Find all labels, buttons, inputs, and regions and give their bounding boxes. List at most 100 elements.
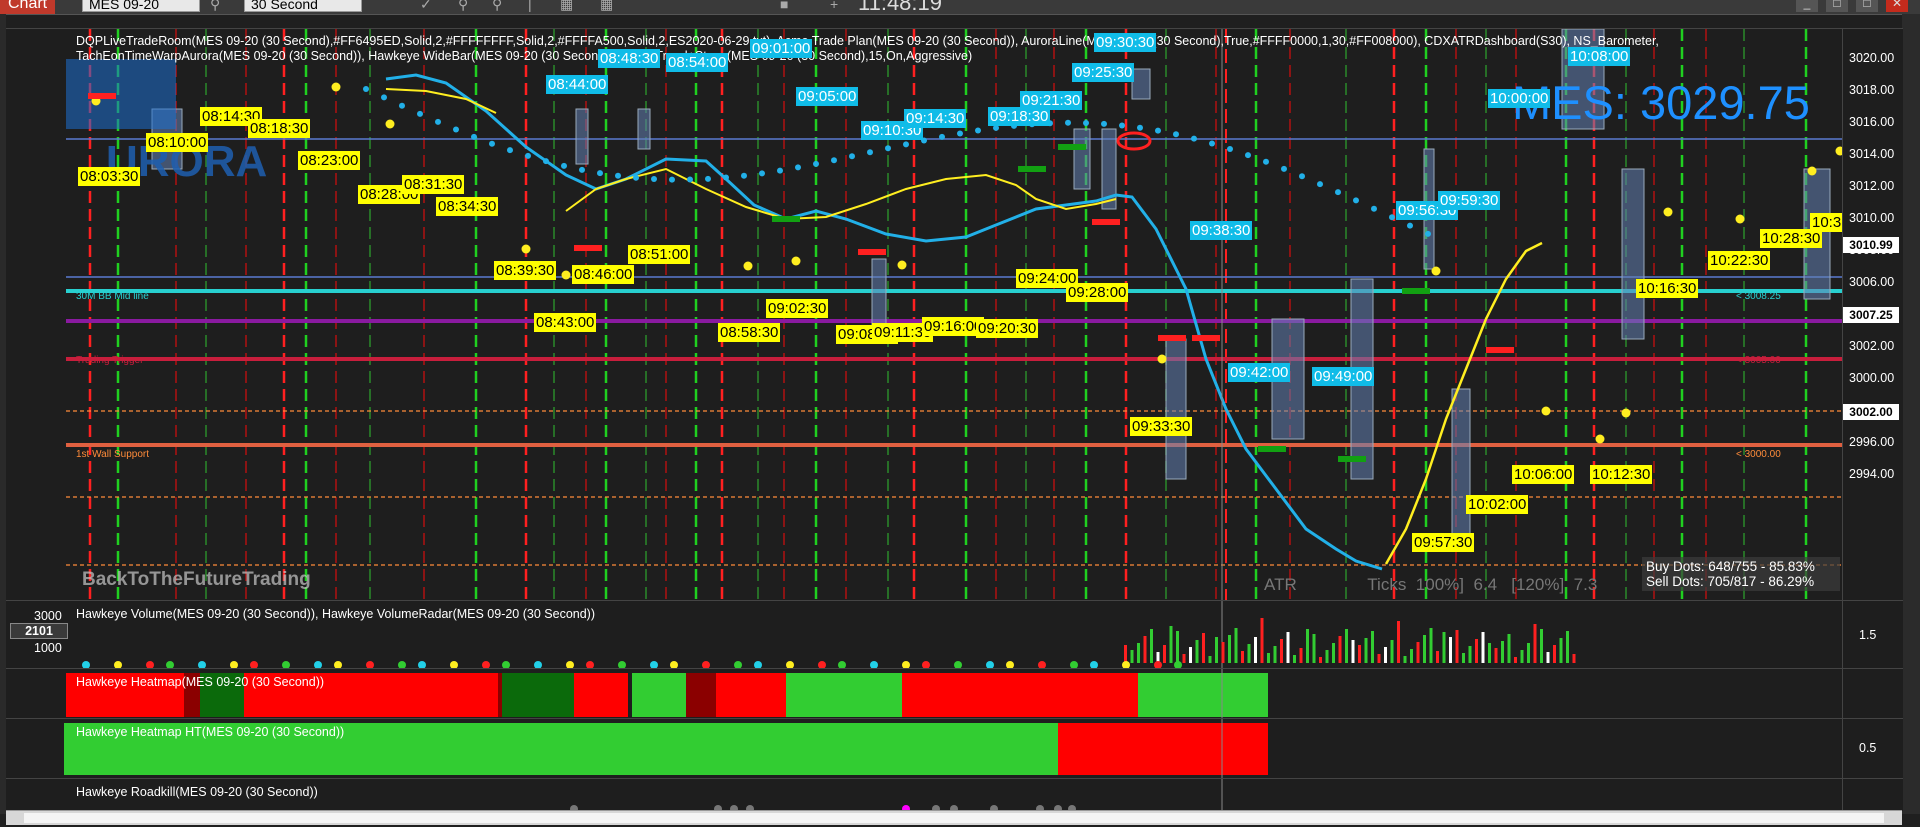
time-label: 08:51:00	[628, 245, 691, 264]
heatmap-ht-cell	[1058, 723, 1268, 775]
instrument-select[interactable]: MES 09-20	[82, 0, 200, 12]
volume-bar	[1130, 650, 1134, 663]
cyan-dot	[1317, 181, 1323, 188]
volume-bar	[1423, 635, 1426, 663]
heatmap-ht-panel[interactable]: Hawkeye Heatmap HT(MES 09-20 (30 Second)…	[6, 718, 1842, 779]
minimize-button[interactable]: _	[1796, 0, 1818, 12]
cyan-dot	[489, 140, 495, 147]
cyan-dot	[1389, 214, 1395, 221]
cyan-dot	[1119, 122, 1125, 129]
price-tick-label: 3020.00	[1849, 51, 1895, 65]
cyan-dot	[1353, 197, 1359, 204]
volume-bar	[1332, 643, 1335, 663]
price-box-mid: 3007.25	[1843, 307, 1899, 323]
price-tick-label: 2994.00	[1849, 467, 1895, 481]
zoom-out-icon[interactable]: ⚲	[492, 0, 502, 13]
volume-bar	[1319, 657, 1322, 663]
volume-bar	[1260, 618, 1264, 663]
big-price-label: MES: 3029.75	[1512, 76, 1810, 129]
pointer-icon[interactable]: |	[528, 0, 532, 12]
heatmap-cell	[632, 673, 686, 717]
volume-bar	[1371, 631, 1374, 663]
time-label: 08:31:30	[402, 175, 465, 194]
price-axis[interactable]: 3020.00 3018.00 3016.00 3014.00 3012.00 3010.…	[1842, 28, 1903, 601]
green-signal-bar	[772, 216, 800, 222]
time-label: 09:57:30	[1412, 533, 1475, 552]
maximize-button[interactable]: □	[1826, 0, 1848, 12]
volume-bar	[1221, 642, 1225, 663]
cyan-dot	[507, 147, 513, 154]
green-signal-bar	[1058, 144, 1086, 150]
volume-bar	[1208, 656, 1212, 663]
volume-axis-current: 2101	[10, 623, 68, 639]
wide-bar-box	[1165, 338, 1187, 480]
heatmap-panel[interactable]: Hawkeye Heatmap(MES 09-20 (30 Second))	[6, 668, 1842, 719]
price-tick-label: 3006.00	[1849, 275, 1895, 289]
heatmap-ht-axis: 0.5	[1842, 718, 1903, 779]
restore-button[interactable]: □	[1856, 0, 1878, 12]
time-label: 08:03:30	[78, 167, 141, 186]
price-tick-label: 3002.00	[1849, 339, 1895, 353]
red-signal-bar	[574, 245, 602, 251]
time-label: 09:01:00	[750, 39, 813, 58]
cyan-dot	[831, 157, 837, 164]
roadkill-panel[interactable]: Hawkeye Roadkill(MES 09-20 (30 Second))	[6, 778, 1842, 811]
wide-bar-box	[1073, 128, 1091, 190]
volume-bar	[1215, 637, 1218, 663]
draw-tool-icon[interactable]: ✓	[420, 0, 432, 13]
roadkill-axis	[1842, 778, 1903, 811]
price-tick-label: 3000.00	[1849, 371, 1895, 385]
strategy-icon[interactable]: ▦	[600, 0, 613, 13]
volume-bar	[1390, 640, 1394, 663]
red-signal-bar	[1486, 347, 1514, 353]
cyan-dot	[741, 172, 747, 179]
volume-bar	[1299, 648, 1303, 663]
time-label: 10:3	[1810, 213, 1842, 232]
template-icon[interactable]: ■	[780, 0, 788, 12]
scrollbar-thumb[interactable]	[24, 813, 1884, 823]
close-button[interactable]: ✕	[1886, 0, 1908, 12]
cyan-dot	[363, 86, 369, 92]
time-label: 10:12:30	[1590, 465, 1653, 484]
volume-bar	[1462, 653, 1465, 663]
price-box-top: 3010.99	[1843, 237, 1899, 253]
properties-icon[interactable]: ▦	[560, 0, 573, 13]
crosshair-icon[interactable]: +	[830, 0, 838, 12]
volume-right-axis-label: 1.5	[1859, 628, 1877, 642]
site-watermark: BackToTheFutureTrading	[82, 569, 311, 590]
price-panel[interactable]: URORA BackToTheFutureTrading DQPLiveTrad…	[6, 28, 1842, 601]
heatmap-cell	[502, 673, 574, 717]
heatmap-cell	[786, 673, 902, 717]
cyan-dot	[1407, 222, 1413, 229]
interval-select[interactable]: 30 Second	[244, 0, 362, 12]
volume-bar	[1455, 630, 1459, 663]
volume-bar	[1527, 643, 1530, 663]
zoom-icon[interactable]: ⚲	[458, 0, 468, 13]
volume-bar	[1189, 647, 1192, 663]
volume-panel[interactable]: Hawkeye Volume(MES 09-20 (30 Second)), H…	[6, 600, 1842, 669]
volume-axis-top: 3000	[34, 609, 62, 623]
cyan-dot	[1371, 205, 1377, 212]
time-label: 09:59:30	[1438, 191, 1501, 210]
time-label: 09:38:30	[1190, 221, 1253, 240]
time-label: 09:49:00	[1312, 367, 1375, 386]
horizontal-scrollbar[interactable]	[6, 810, 1902, 825]
search-icon[interactable]: ⚲	[210, 0, 220, 13]
chart-menu-button[interactable]: Chart	[0, 0, 56, 14]
cyan-dot	[615, 172, 621, 179]
atr-readout: ATR Ticks 100%] 6.4 [120%] 7.3	[1264, 575, 1597, 595]
time-label: 09:42:00	[1228, 363, 1291, 382]
atr-label: ATR	[1264, 575, 1297, 594]
time-label: 09:02:30	[766, 299, 829, 318]
heatmap-cell	[574, 673, 628, 717]
right-strip	[1902, 14, 1920, 814]
yellow-dot	[1431, 266, 1441, 276]
volume-bar	[1384, 647, 1387, 663]
volume-bar	[1377, 654, 1381, 663]
volume-bar	[1416, 642, 1420, 663]
volume-bar	[1306, 629, 1309, 663]
cyan-dot	[633, 174, 639, 181]
cyan-dot	[381, 94, 387, 101]
volume-bar	[1449, 637, 1452, 663]
right-label-top: < 3008.25	[1736, 291, 1781, 302]
